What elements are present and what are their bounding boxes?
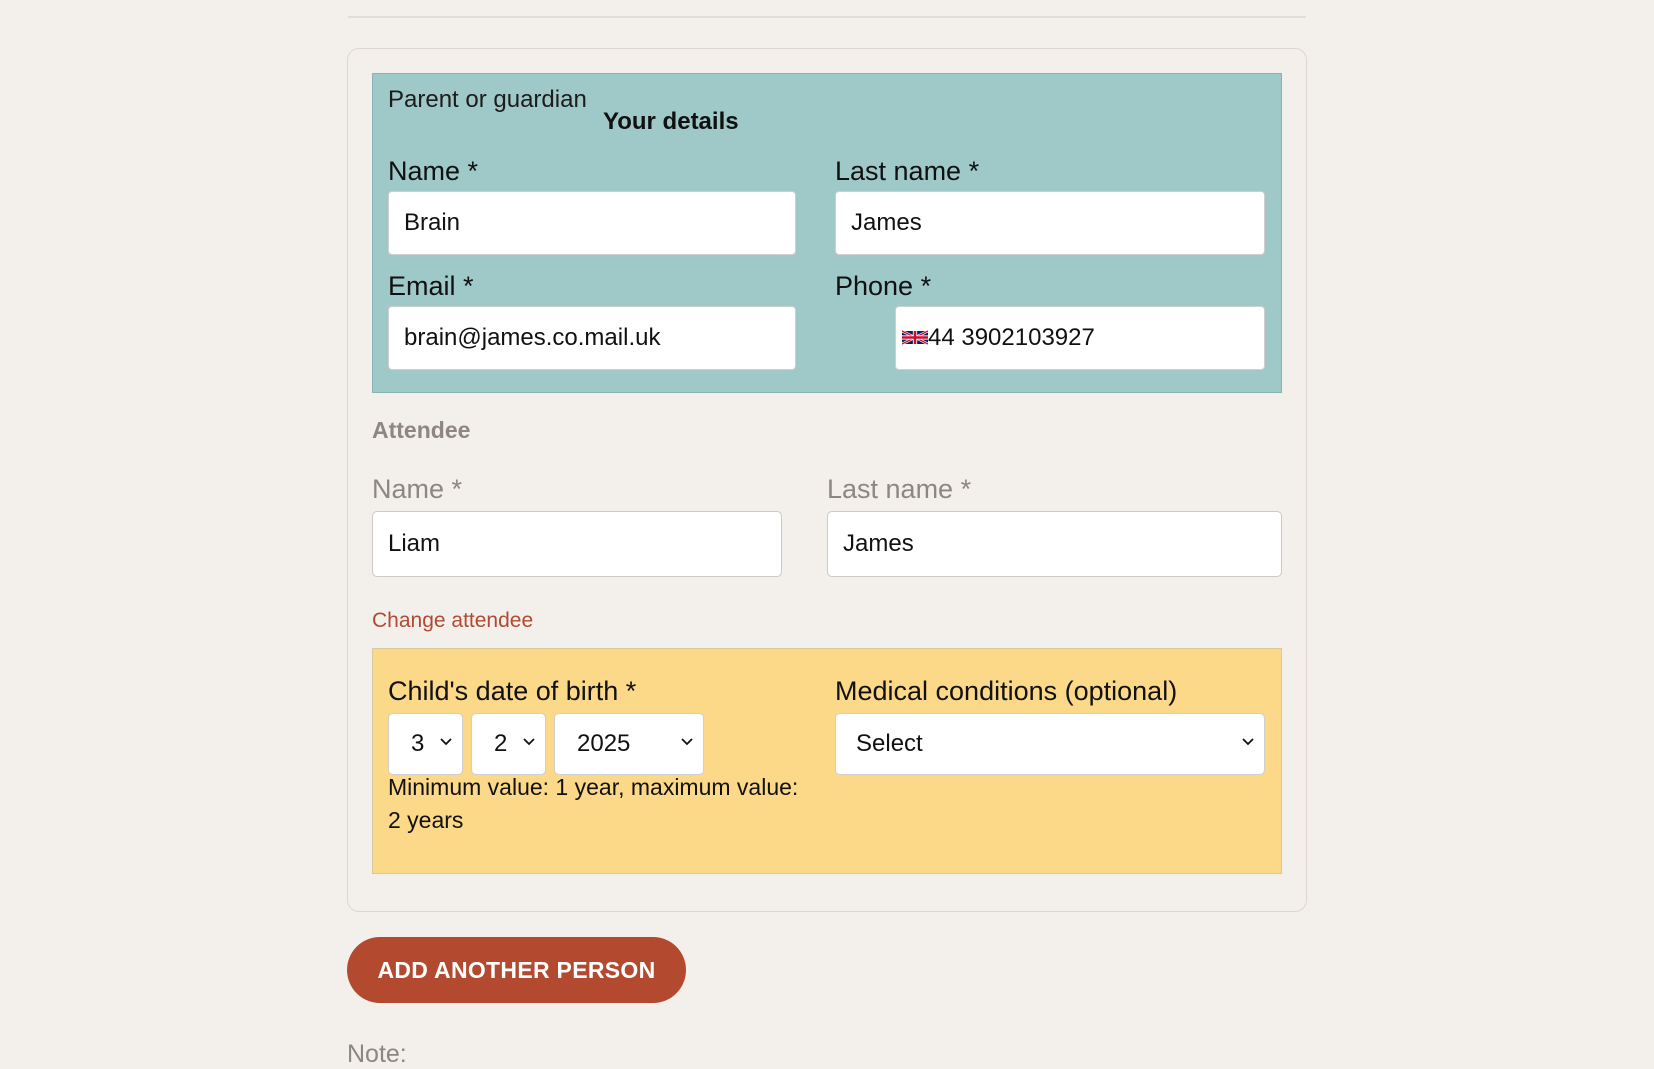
attendee-name-label: Name * (372, 474, 463, 504)
chevron-down-icon (681, 738, 693, 746)
guardian-name-input[interactable]: Brain (388, 191, 796, 255)
attendee-last-name-label: Last name * (827, 474, 972, 504)
dob-month-select[interactable]: 2 (471, 713, 546, 775)
guardian-heading: Your details (603, 108, 739, 135)
person-card: Parent or guardian Your details Name * B… (347, 48, 1307, 912)
add-another-person-button[interactable]: ADD ANOTHER PERSON (347, 937, 686, 1003)
guardian-panel: Parent or guardian Your details Name * B… (372, 73, 1282, 393)
guardian-phone-value: 44 3902103927 (928, 324, 1095, 351)
guardian-last-name-label: Last name * (835, 156, 980, 186)
guardian-email-label: Email * (388, 271, 474, 301)
chevron-down-icon (523, 738, 535, 746)
guardian-phone-label: Phone * (835, 271, 932, 301)
chevron-down-icon (440, 738, 452, 746)
dob-day-select[interactable]: 3 (388, 713, 463, 775)
dob-label: Child's date of birth * (388, 676, 637, 706)
dob-hint: Minimum value: 1 year, maximum value: 2 … (388, 774, 799, 833)
dob-day-value: 3 (411, 730, 425, 757)
guardian-kicker: Parent or guardian (388, 86, 587, 113)
dob-year-select[interactable]: 2025 (554, 713, 704, 775)
top-divider (348, 16, 1306, 18)
medical-selected-value: Select (856, 730, 923, 757)
dob-month-value: 2 (494, 730, 508, 757)
dob-panel: Child's date of birth * 3 2 2025 Minimum… (372, 648, 1282, 874)
attendee-last-name-input[interactable]: James (827, 511, 1282, 577)
guardian-last-name-input[interactable]: James (835, 191, 1265, 255)
attendee-title: Attendee (372, 417, 471, 443)
change-attendee-link[interactable]: Change attendee (372, 609, 533, 633)
dob-year-value: 2025 (577, 730, 631, 757)
uk-flag-icon (902, 329, 928, 345)
guardian-phone-input[interactable]: 44 3902103927 (895, 306, 1265, 370)
medical-label: Medical conditions (optional) (835, 676, 1178, 706)
guardian-email-input[interactable]: brain@james.co.mail.uk (388, 306, 796, 370)
chevron-down-icon (1242, 738, 1254, 746)
guardian-name-label: Name * (388, 156, 479, 186)
medical-select[interactable]: Select (835, 713, 1265, 775)
attendee-name-input[interactable]: Liam (372, 511, 782, 577)
